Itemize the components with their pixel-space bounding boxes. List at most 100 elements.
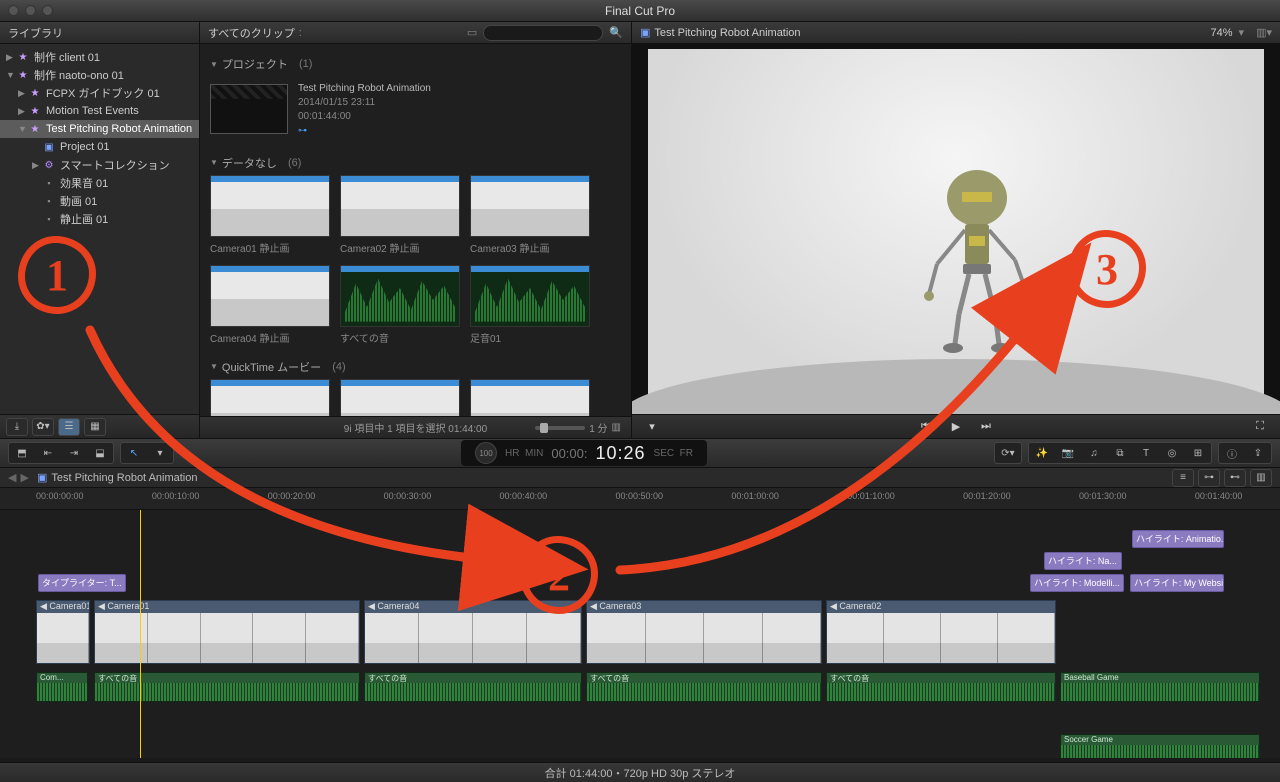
audio-clip[interactable]: Baseball Game [1060,672,1260,702]
titles-button[interactable]: T [1134,444,1158,462]
title-clip[interactable]: ハイライト: Animatio... [1132,530,1224,548]
title-clip[interactable]: ハイライト: My Website [1130,574,1224,592]
video-clip[interactable]: ◀ Camera02 [826,600,1056,664]
next-edit-button[interactable]: ⏭ [974,418,998,436]
view-list-button[interactable]: ☰ [58,418,80,436]
fullscreen-button[interactable]: ⛶ [1248,418,1272,436]
history-fwd-icon[interactable]: ▶ [20,471,28,484]
search-input[interactable] [483,25,603,41]
tool-dropdown[interactable]: ▾ [148,444,172,462]
traffic-lights[interactable] [0,5,53,16]
audio-clip[interactable]: Soccer Game [1060,734,1260,758]
video-clip[interactable]: ◀ Camera01 [94,600,360,664]
history-back-icon[interactable]: ◀ [8,471,16,484]
timeline-index-button[interactable]: ≡ [1172,469,1194,487]
project-metadata: Test Pitching Robot Animation 2014/01/15… [298,82,431,137]
play-button[interactable]: ▶ [944,418,968,436]
viewer-canvas-area[interactable] [632,44,1280,414]
clip-label: Camera03 静止画 [470,240,590,255]
browser-body[interactable]: プロジェクト (1) Test Pitching Robot Animation… [200,44,631,416]
clip-thumbnail[interactable] [470,379,590,416]
timeline-snapping-button[interactable]: ⊷ [1224,469,1246,487]
library-tree[interactable]: ▶制作 client 01▼制作 naoto-ono 01▶FCPX ガイドブッ… [0,44,199,414]
tree-item[interactable]: ▶スマートコレクション [0,156,199,174]
view-options-icon[interactable]: ▥▾ [1256,26,1272,39]
generators-button[interactable]: ◎ [1160,444,1184,462]
themes-button[interactable]: ⊞ [1186,444,1210,462]
audio-clip[interactable]: すべての音 [826,672,1056,702]
audio-clip[interactable]: すべての音 [586,672,822,702]
clip-thumbnail[interactable] [470,175,590,237]
clip-thumbnail[interactable] [210,175,330,237]
audio-clip[interactable]: すべての音 [94,672,360,702]
browser-header-label[interactable]: すべてのクリップ [208,25,295,41]
ruler-tick: 00:01:30:00 [1079,491,1127,501]
tree-item[interactable]: 効果音 01 [0,174,199,192]
music-button[interactable]: ♫ [1082,444,1106,462]
retime-button[interactable]: ⟳▾ [996,444,1020,462]
section-nodate[interactable]: データなし (6) [210,151,621,175]
append-clip-button[interactable]: ⇥ [62,444,86,462]
timeline-appearance-button[interactable]: ▥ [1250,469,1272,487]
tree-item[interactable]: 動画 01 [0,192,199,210]
playhead[interactable] [140,510,141,758]
filmstrip-toggle-icon[interactable]: ▥ [612,422,621,433]
tree-item[interactable]: ▶制作 client 01 [0,48,199,66]
timeline-skimming-button[interactable]: ⊶ [1198,469,1220,487]
hide-rejected-icon[interactable]: ▭ [467,26,477,39]
inspector-button[interactable]: ⓘ [1220,444,1244,462]
select-tool-button[interactable]: ↖ [122,444,146,462]
view-grid-button[interactable]: ▦ [84,418,106,436]
media-tools-group: ✨ 📷 ♫ ⧉ T ◎ ⊞ [1028,442,1212,464]
project-thumbnail[interactable] [210,84,288,134]
search-icon[interactable]: 🔍 [609,26,623,39]
title-clip[interactable]: ハイライト: Modelli... [1030,574,1124,592]
status-bar: 合計 01:44:00・720p HD 30p ステレオ [0,762,1280,782]
clip-thumbnail[interactable] [210,265,330,327]
clip-thumbnail[interactable] [340,175,460,237]
audio-clip[interactable]: すべての音 [364,672,582,702]
project-date: 2014/01/15 23:11 [298,96,431,110]
clip-thumbnail[interactable] [210,379,330,416]
tree-item[interactable]: 静止画 01 [0,210,199,228]
title-clip[interactable]: タイプライター: T... [38,574,126,592]
prev-edit-button[interactable]: ⏮ [914,418,938,436]
clip-label: Camera01 静止画 [210,240,330,255]
video-clip[interactable]: ◀ Camera01 - 0... [36,600,90,664]
photos-button[interactable]: 📷 [1056,444,1080,462]
ruler-tick: 00:01:40:00 [1195,491,1243,501]
enhance-button[interactable]: ✨ [1030,444,1054,462]
thumbnail-duration-slider[interactable]: 1 分 ▥ [535,420,621,435]
import-button[interactable]: ⤓ [6,418,28,436]
settings-button[interactable]: ✿▾ [32,418,54,436]
project-item[interactable]: Test Pitching Robot Animation 2014/01/15… [210,82,621,137]
timeline-body[interactable]: ハイライト: cg...ハイライト: Na...ハイライト: Animatio.… [0,510,1280,758]
tree-item[interactable]: ▶Motion Test Events [0,102,199,120]
section-projects[interactable]: プロジェクト (1) [210,52,621,76]
view-dropdown[interactable]: ▾ [640,418,664,436]
clip-thumbnail[interactable] [340,379,460,416]
section-quicktime[interactable]: QuickTime ムービー (4) [210,355,621,379]
video-clip[interactable]: ◀ Camera03 [586,600,822,664]
clip-label: Camera04 静止画 [210,330,330,345]
title-clip[interactable]: ハイライト: Na... [1044,552,1122,570]
clip-thumbnail[interactable] [340,265,460,327]
transitions-button[interactable]: ⧉ [1108,444,1132,462]
video-clip[interactable]: ◀ Camera04 [364,600,582,664]
zoom-label[interactable]: 74% [1211,27,1233,39]
tree-item[interactable]: ▶FCPX ガイドブック 01 [0,84,199,102]
tree-item[interactable]: Project 01 [0,138,199,156]
timeline-ruler[interactable]: 00:00:00:0000:00:10:0000:00:20:0000:00:3… [0,488,1280,510]
ruler-tick: 00:00:40:00 [500,491,548,501]
timecode-display[interactable]: 100 HR MIN 00:00:10:26 SEC FR [461,440,707,466]
insert-clip-button[interactable]: ⇤ [36,444,60,462]
clip-thumbnail[interactable] [470,265,590,327]
browser-header: すべてのクリップ: ▭ 🔍 [200,22,631,44]
tree-item[interactable]: ▼制作 naoto-ono 01 [0,66,199,84]
ruler-tick: 00:00:20:00 [268,491,316,501]
share-button[interactable]: ⇪ [1246,444,1270,462]
audio-clip[interactable]: Com... [36,672,88,702]
tree-item[interactable]: ▼Test Pitching Robot Animation [0,120,199,138]
overwrite-clip-button[interactable]: ⬓ [88,444,112,462]
connect-clip-button[interactable]: ⬒ [10,444,34,462]
